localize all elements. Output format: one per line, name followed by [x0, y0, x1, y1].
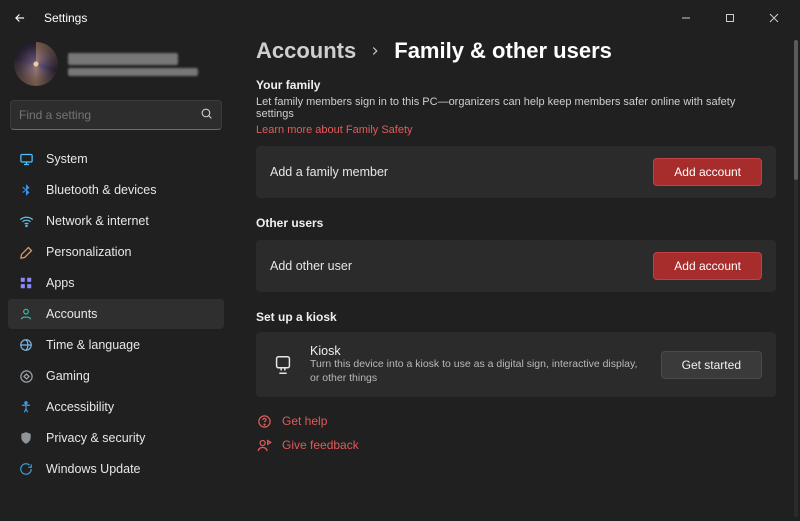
- sidebar-item-label: Time & language: [46, 338, 140, 352]
- sidebar-item-label: Gaming: [46, 369, 90, 383]
- system-icon: [18, 151, 34, 167]
- nav-list: System Bluetooth & devices Network & int…: [8, 144, 224, 484]
- sidebar-item-label: Bluetooth & devices: [46, 183, 157, 197]
- kiosk-row: Kiosk Turn this device into a kiosk to u…: [256, 332, 776, 397]
- sidebar-item-accessibility[interactable]: Accessibility: [8, 392, 224, 422]
- titlebar: Settings: [0, 0, 800, 36]
- add-other-user-button[interactable]: Add account: [653, 252, 762, 280]
- family-safety-link[interactable]: Learn more about Family Safety: [256, 124, 413, 136]
- sidebar-item-gaming[interactable]: Gaming: [8, 361, 224, 391]
- sidebar-item-label: Personalization: [46, 245, 131, 259]
- button-label: Add account: [674, 259, 741, 273]
- section-other-users: Other users Add other user Add account: [256, 216, 776, 292]
- sidebar-item-system[interactable]: System: [8, 144, 224, 174]
- kiosk-description: Turn this device into a kiosk to use as …: [310, 358, 640, 385]
- section-family: Your family Let family members sign in t…: [256, 78, 776, 198]
- footer-links: Get help Give feedback: [256, 413, 776, 453]
- window-controls: [664, 3, 796, 33]
- back-button[interactable]: [6, 4, 34, 32]
- globe-clock-icon: [18, 337, 34, 353]
- app-title: Settings: [44, 11, 87, 25]
- button-label: Add account: [674, 165, 741, 179]
- other-users-heading: Other users: [256, 216, 776, 230]
- breadcrumb-root[interactable]: Accounts: [256, 38, 356, 64]
- sidebar-item-bluetooth[interactable]: Bluetooth & devices: [8, 175, 224, 205]
- sidebar-item-label: Accessibility: [46, 400, 114, 414]
- sidebar-item-time[interactable]: Time & language: [8, 330, 224, 360]
- close-icon: [769, 13, 779, 23]
- add-other-user-row: Add other user Add account: [256, 240, 776, 292]
- breadcrumb: Accounts Family & other users: [256, 38, 776, 64]
- arrow-left-icon: [13, 11, 27, 25]
- sidebar-item-accounts[interactable]: Accounts: [8, 299, 224, 329]
- content-pane: Accounts Family & other users Your famil…: [232, 36, 800, 521]
- family-description: Let family members sign in to this PC—or…: [256, 96, 776, 120]
- scrollbar-track[interactable]: [794, 40, 798, 517]
- gaming-icon: [18, 368, 34, 384]
- minimize-button[interactable]: [664, 3, 708, 33]
- search-icon: [200, 107, 213, 123]
- add-family-label: Add a family member: [270, 165, 388, 179]
- sidebar: System Bluetooth & devices Network & int…: [0, 36, 232, 521]
- sidebar-item-update[interactable]: Windows Update: [8, 454, 224, 484]
- kiosk-title: Kiosk: [310, 344, 640, 358]
- profile-email-redacted: [68, 68, 198, 76]
- close-button[interactable]: [752, 3, 796, 33]
- add-family-button[interactable]: Add account: [653, 158, 762, 186]
- scrollbar-thumb[interactable]: [794, 40, 798, 180]
- search-input[interactable]: [19, 108, 200, 122]
- profile-block[interactable]: [8, 38, 224, 98]
- button-label: Get started: [682, 358, 741, 372]
- footer-link-label: Get help: [282, 414, 327, 428]
- sidebar-item-label: Privacy & security: [46, 431, 145, 445]
- avatar: [14, 42, 58, 86]
- sidebar-item-network[interactable]: Network & internet: [8, 206, 224, 236]
- sidebar-item-label: Accounts: [46, 307, 97, 321]
- bluetooth-icon: [18, 182, 34, 198]
- wifi-icon: [18, 213, 34, 229]
- kiosk-get-started-button[interactable]: Get started: [661, 351, 762, 379]
- kiosk-text: Kiosk Turn this device into a kiosk to u…: [310, 344, 640, 385]
- sidebar-item-label: Windows Update: [46, 462, 141, 476]
- search-box[interactable]: [10, 100, 222, 130]
- maximize-icon: [725, 13, 735, 23]
- profile-label: [68, 53, 198, 76]
- family-heading: Your family: [256, 78, 776, 92]
- sidebar-item-label: Network & internet: [46, 214, 149, 228]
- add-family-row: Add a family member Add account: [256, 146, 776, 198]
- apps-icon: [18, 275, 34, 291]
- get-help-link[interactable]: Get help: [256, 413, 776, 429]
- section-kiosk: Set up a kiosk Kiosk Turn this device in…: [256, 310, 776, 397]
- maximize-button[interactable]: [708, 3, 752, 33]
- footer-link-label: Give feedback: [282, 438, 359, 452]
- help-icon: [256, 413, 272, 429]
- shield-icon: [18, 430, 34, 446]
- sidebar-item-personalization[interactable]: Personalization: [8, 237, 224, 267]
- kiosk-icon: [270, 352, 296, 378]
- accessibility-icon: [18, 399, 34, 415]
- paintbrush-icon: [18, 244, 34, 260]
- chevron-right-icon: [368, 44, 382, 58]
- sidebar-item-privacy[interactable]: Privacy & security: [8, 423, 224, 453]
- give-feedback-link[interactable]: Give feedback: [256, 437, 776, 453]
- update-icon: [18, 461, 34, 477]
- feedback-icon: [256, 437, 272, 453]
- minimize-icon: [681, 13, 691, 23]
- sidebar-item-apps[interactable]: Apps: [8, 268, 224, 298]
- kiosk-heading: Set up a kiosk: [256, 310, 776, 324]
- person-icon: [18, 306, 34, 322]
- breadcrumb-current: Family & other users: [394, 38, 612, 64]
- sidebar-item-label: System: [46, 152, 88, 166]
- add-other-user-label: Add other user: [270, 259, 352, 273]
- sidebar-item-label: Apps: [46, 276, 75, 290]
- profile-name-redacted: [68, 53, 178, 65]
